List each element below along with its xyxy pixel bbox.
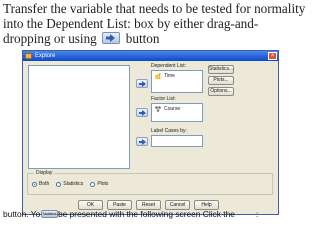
- right-arrow-icon: [139, 139, 146, 145]
- radio-icon: [90, 181, 96, 187]
- factor-item-label: Course: [164, 106, 181, 112]
- factor-list-box[interactable]: Course: [151, 103, 203, 122]
- footer-text-mid: be presented with the following screen C…: [58, 209, 235, 219]
- display-group: Display Both Statistics Plots: [27, 170, 273, 195]
- explore-app-icon: [25, 53, 32, 59]
- instruction-text: Transfer the variable that needs to be t…: [3, 1, 319, 46]
- instruction-line-3: dropping or using button: [3, 31, 319, 46]
- close-button[interactable]: ×: [268, 52, 277, 60]
- footer-text-right: :: [256, 209, 259, 219]
- factor-item[interactable]: Course: [155, 106, 180, 112]
- right-arrow-icon: [139, 81, 146, 87]
- scale-variable-icon: [155, 73, 161, 79]
- dependent-list-box[interactable]: Time: [151, 70, 203, 93]
- move-to-label-cases-button[interactable]: [136, 137, 148, 146]
- factor-list-label: Factor List:: [151, 96, 176, 102]
- display-legend: Display: [34, 170, 55, 176]
- instruction-line-3-post: button: [125, 31, 160, 46]
- dependent-item-label: Time: [164, 73, 175, 79]
- statistics-button[interactable]: Statistics...: [208, 65, 234, 74]
- move-to-dependent-button[interactable]: [136, 79, 148, 88]
- plots-button[interactable]: Plots...: [208, 76, 234, 85]
- radio-selected-icon: [32, 181, 37, 187]
- footer-text-left: button. Yo: [3, 209, 41, 219]
- radio-statistics[interactable]: Statistics: [56, 181, 83, 187]
- right-arrow-icon: [139, 110, 146, 116]
- radio-plots[interactable]: Plots: [90, 181, 108, 187]
- dialog-titlebar: Explore ×: [23, 51, 278, 61]
- radio-statistics-label: Statistics: [63, 181, 84, 187]
- options-button[interactable]: Options...: [208, 87, 234, 96]
- instruction-line-2: into the Dependent List: box by either d…: [3, 16, 259, 31]
- dialog-title: Explore: [35, 53, 56, 59]
- nominal-variable-icon: [155, 106, 161, 112]
- dependent-list-label: Dependent List:: [151, 63, 187, 69]
- radio-icon: [56, 181, 62, 187]
- label-cases-label: Label Cases by:: [151, 128, 187, 134]
- display-options: Both Statistics Plots: [32, 181, 108, 187]
- statistics-chip-button: Statistics: [41, 210, 58, 218]
- transfer-arrow-icon: [101, 32, 120, 44]
- explore-dialog: Explore × Dependent List: Time Factor Li…: [22, 50, 279, 215]
- radio-both-label: Both: [39, 181, 50, 187]
- dependent-item[interactable]: Time: [155, 73, 175, 79]
- source-variable-list[interactable]: [28, 65, 130, 169]
- radio-both[interactable]: Both: [32, 181, 49, 187]
- instruction-line-3-pre: dropping or using: [3, 31, 97, 46]
- instruction-line-1: Transfer the variable that needs to be t…: [3, 1, 306, 16]
- radio-plots-label: Plots: [97, 181, 109, 187]
- label-cases-box[interactable]: [151, 135, 203, 147]
- move-to-factor-button[interactable]: [136, 108, 148, 117]
